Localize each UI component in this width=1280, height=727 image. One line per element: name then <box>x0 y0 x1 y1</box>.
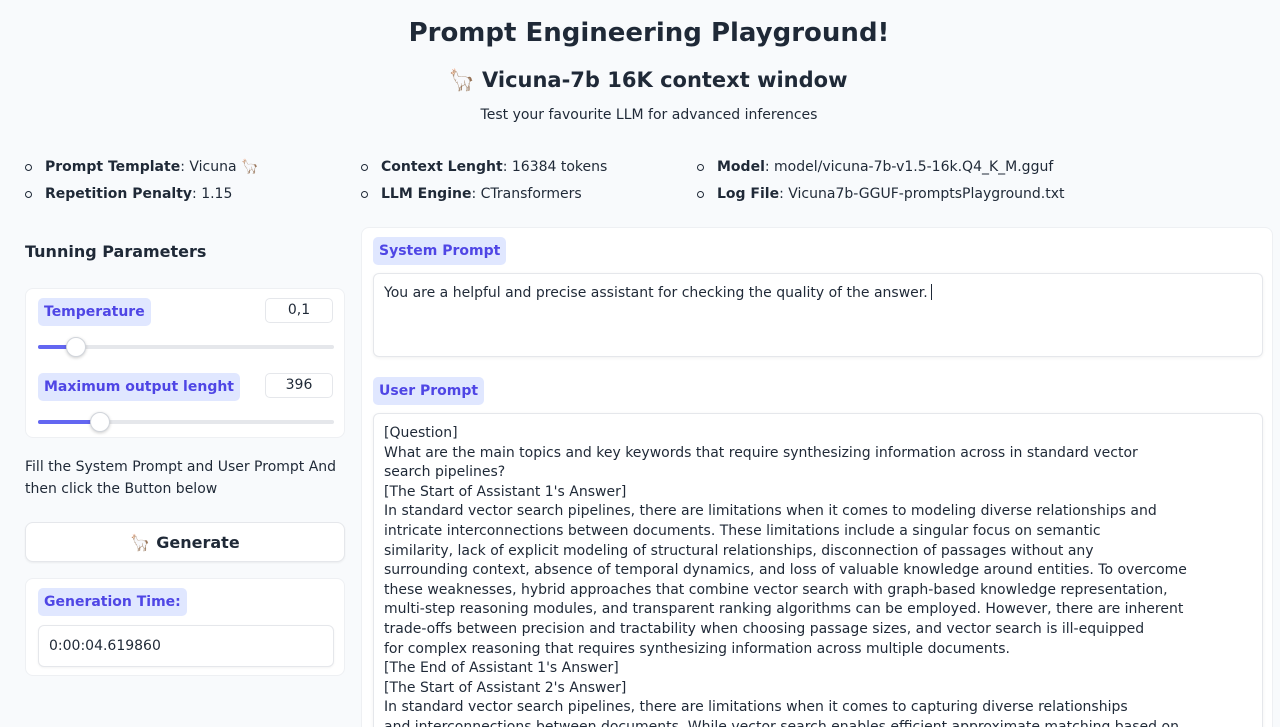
info-list-2: Context Lenght: 16384 tokens LLM Engine:… <box>361 158 607 212</box>
llama-icon: 🦙 <box>130 532 151 552</box>
user-prompt-line: and interconnections between documents. … <box>384 718 1179 727</box>
temperature-input[interactable]: 0,1 <box>265 298 333 323</box>
user-prompt-line: [The Start of Assistant 1's Answer] <box>384 483 627 500</box>
instructions-text: Fill the System Prompt and User Prompt A… <box>25 459 337 497</box>
generate-button[interactable]: 🦙 Generate <box>25 522 345 562</box>
generation-time-panel: Generation Time: 0:00:04.619860 <box>25 578 345 676</box>
system-prompt-text: You are a helpful and precise assistant … <box>384 285 928 301</box>
user-prompt-label: User Prompt <box>373 377 485 405</box>
user-prompt-line: trade-offs between precision and tractab… <box>384 620 1145 637</box>
user-prompt-line: What are the main topics and key keyword… <box>384 444 1138 461</box>
max-length-slider-thumb[interactable] <box>90 412 111 432</box>
user-prompt-line: surrounding context, absence of temporal… <box>384 562 1187 579</box>
generate-label: Generate <box>156 532 240 552</box>
tuning-parameters-heading: Tunning Parameters <box>25 242 207 261</box>
max-length-input[interactable]: 396 <box>265 373 333 398</box>
generation-time-label: Generation Time: <box>38 588 187 616</box>
subtitle-text: Vicuna-7b 16K context window <box>481 68 848 92</box>
user-prompt-line: multi-step reasoning modules, and transp… <box>384 601 1184 618</box>
user-prompt-line: [The End of Assistant 1's Answer] <box>384 660 619 677</box>
user-prompt-line: similarity, lack of explicit modeling of… <box>384 542 1094 559</box>
temperature-slider[interactable] <box>38 337 334 357</box>
llama-icon: 🦙 <box>448 68 475 92</box>
page-title: Prompt Engineering Playground! <box>408 18 890 48</box>
temperature-slider-thumb[interactable] <box>66 337 87 357</box>
user-prompt-line: In standard vector search pipelines, the… <box>384 503 1157 520</box>
user-prompt-line: [Question] <box>384 425 458 441</box>
user-prompt-input[interactable]: [Question] What are the main topics and k… <box>373 413 1263 727</box>
user-prompt-line: In standard vector search pipelines, the… <box>384 699 1128 716</box>
user-prompt-line: intricate interconnections between docum… <box>384 522 1101 539</box>
system-prompt-input[interactable]: You are a helpful and precise assistant … <box>373 273 1263 357</box>
user-prompt-line: for complex reasoning that requires synt… <box>384 640 1010 657</box>
user-prompt-line: these weaknesses, hybrid approaches that… <box>384 581 1168 598</box>
info-item: Log File: Vicuna7b-GGUF-promptsPlaygroun… <box>697 185 1065 212</box>
temperature-label: Temperature <box>38 298 151 326</box>
page-tagline: Test your favourite LLM for advanced inf… <box>480 107 818 123</box>
info-item: LLM Engine: CTransformers <box>361 185 607 212</box>
max-length-label: Maximum output lenght <box>38 373 240 401</box>
user-prompt-line: search pipelines? <box>384 464 506 481</box>
info-item: Prompt Template: Vicuna 🦙 <box>25 158 258 185</box>
info-item: Model: model/vicuna-7b-v1.5-16k.Q4_K_M.g… <box>697 158 1065 185</box>
info-list-1: Prompt Template: Vicuna 🦙 Repetition Pen… <box>25 158 258 212</box>
generation-time-value: 0:00:04.619860 <box>38 625 334 667</box>
prompts-panel: System Prompt You are a helpful and prec… <box>361 227 1273 727</box>
params-panel: Temperature 0,1 Maximum output lenght 39… <box>25 288 345 438</box>
system-prompt-label: System Prompt <box>373 237 507 265</box>
info-item: Repetition Penalty: 1.15 <box>25 185 258 212</box>
max-length-slider[interactable] <box>38 412 334 432</box>
text-caret <box>930 284 932 300</box>
page-subtitle: 🦙 Vicuna-7b 16K context window <box>0 68 1280 93</box>
user-prompt-line: [The Start of Assistant 2's Answer] <box>384 679 627 696</box>
info-item: Context Lenght: 16384 tokens <box>361 158 607 185</box>
info-list-3: Model: model/vicuna-7b-v1.5-16k.Q4_K_M.g… <box>697 158 1065 212</box>
